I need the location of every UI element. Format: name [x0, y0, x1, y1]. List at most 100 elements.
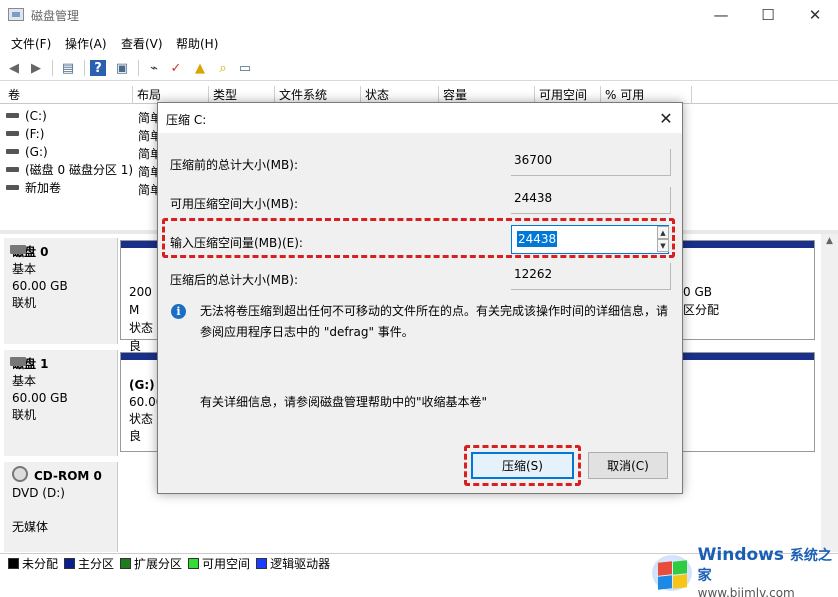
info-text: 无法将卷压缩到超出任何不可移动的文件所在的点。有关完成该操作时间的详细信息，请参…	[200, 304, 669, 339]
volume-row[interactable]: (C:)	[6, 107, 47, 124]
disk-type: 基本	[12, 374, 37, 388]
partition-g[interactable]: (G:) 60.00 状态良	[120, 352, 164, 452]
cd-icon	[12, 466, 28, 482]
info-icon: i	[171, 304, 186, 319]
window-title: 磁盘管理	[31, 9, 80, 23]
partition-bar	[121, 353, 159, 360]
legend-label: 主分区	[78, 557, 115, 571]
minimize-button[interactable]: —	[698, 0, 744, 30]
legend-swatch	[188, 558, 200, 569]
partition-status: 区分配	[683, 303, 720, 317]
dialog-close-button[interactable]: ✕	[654, 106, 678, 130]
watermark: Windows 系统之家 www.bjjmlv.com	[650, 544, 838, 597]
dialog-title-bar: 压缩 C: ✕	[158, 103, 682, 133]
menu-file[interactable]: 文件(F)	[11, 35, 51, 52]
size-after-value: 12262	[511, 263, 671, 290]
check-icon[interactable]: ✓	[166, 58, 186, 78]
cancel-button[interactable]: 取消(C)	[588, 452, 668, 479]
partition-g-right[interactable]	[682, 352, 815, 452]
close-button[interactable]: ✕	[792, 0, 838, 30]
scroll-up-icon[interactable]: ▲	[821, 234, 838, 246]
maximize-button[interactable]: ☐	[745, 0, 791, 30]
partition-unallocated[interactable]: 0 GB 区分配	[682, 240, 815, 340]
help-icon[interactable]: ?	[90, 60, 106, 76]
volume-row[interactable]: 新加卷	[6, 179, 61, 196]
legend-item: 主分区	[64, 555, 114, 572]
partition-status: 状态良	[129, 321, 154, 353]
legend-swatch	[8, 558, 19, 569]
size-before-label: 压缩前的总计大小(MB):	[170, 158, 298, 172]
size-before-value: 36700	[511, 149, 671, 176]
legend-label: 逻辑驱动器	[270, 557, 331, 571]
disk-name: 磁盘 0	[12, 245, 49, 259]
disk-name: 磁盘 1	[12, 357, 49, 371]
legend-item: 逻辑驱动器	[256, 555, 330, 572]
disk-type: 基本	[12, 262, 37, 276]
vertical-scrollbar[interactable]: ▲	[821, 234, 838, 552]
properties-icon[interactable]: ▣	[112, 58, 132, 78]
partition-size: 0 GB	[683, 285, 712, 299]
disk-status: 联机	[12, 296, 37, 310]
toolbar-separator	[84, 60, 85, 76]
drive-icon	[6, 185, 19, 190]
partition-system[interactable]: 200 M 状态良	[120, 240, 160, 353]
back-arrow-icon[interactable]: ◀	[4, 58, 24, 78]
menu-view[interactable]: 查看(V)	[121, 35, 163, 52]
disk-name: CD-ROM 0	[34, 469, 102, 483]
partition-label: (G:)	[129, 378, 155, 392]
partition-bar	[683, 241, 814, 248]
highlight-box	[162, 218, 675, 258]
legend-swatch	[64, 558, 76, 569]
drive-icon	[6, 167, 19, 172]
drive-icon	[6, 149, 19, 154]
partition-size: 60.00	[129, 395, 164, 409]
more-info-text: 有关详细信息，请参阅磁盘管理帮助中的"收缩基本卷"	[200, 395, 488, 409]
disk-size: 60.00 GB	[12, 391, 68, 405]
column-volume[interactable]: 卷	[4, 86, 133, 104]
console-tree-icon[interactable]: ▤	[58, 58, 78, 78]
menu-bar: 文件(F) 操作(A) 查看(V) 帮助(H)	[0, 32, 838, 54]
volume-row[interactable]: (F:)	[6, 125, 44, 142]
shrink-dialog: 压缩 C: ✕ 压缩前的总计大小(MB): 36700 可用压缩空间大小(MB)…	[157, 102, 683, 494]
volume-name: (磁盘 0 磁盘分区 1)	[25, 163, 134, 177]
watermark-url: www.bjjmlv.com	[697, 585, 795, 597]
toolbar: ◀ ▶ ▤ ? ▣ ⌁ ✓ ▲ ⌕ ▭	[0, 55, 838, 81]
connect-icon[interactable]: ⌁	[144, 58, 164, 78]
toolbar-separator	[138, 60, 139, 76]
menu-action[interactable]: 操作(A)	[65, 35, 107, 52]
folder-up-icon[interactable]: ▲	[190, 58, 210, 78]
search-folder-icon[interactable]: ⌕	[213, 58, 233, 78]
forward-arrow-icon[interactable]: ▶	[26, 58, 46, 78]
legend-label: 扩展分区	[134, 557, 183, 571]
volume-name: (C:)	[25, 108, 47, 123]
available-shrink-value: 24438	[511, 187, 671, 214]
dialog-title: 压缩 C:	[166, 113, 207, 127]
disk-management-icon	[8, 8, 24, 21]
watermark-brand: Windows	[697, 544, 784, 565]
partition-bar	[121, 241, 159, 248]
windows-logo-icon	[650, 553, 692, 593]
legend-item: 未分配	[8, 555, 58, 572]
highlight-box	[464, 445, 581, 486]
partition-size: 200 M	[129, 285, 152, 317]
legend-item: 扩展分区	[120, 555, 182, 572]
drive-icon	[6, 131, 19, 136]
volume-row[interactable]: (G:)	[6, 143, 48, 160]
partition-bar	[683, 353, 814, 360]
volume-name: 新加卷	[25, 181, 62, 195]
disk-status: 无媒体	[12, 520, 49, 534]
available-shrink-label: 可用压缩空间大小(MB):	[170, 197, 298, 211]
disk-type: DVD (D:)	[12, 486, 65, 500]
legend-item: 可用空间	[188, 555, 250, 572]
volume-name: (F:)	[25, 126, 45, 141]
legend-swatch	[120, 558, 132, 569]
legend-label: 可用空间	[202, 557, 251, 571]
disk-status: 联机	[12, 408, 37, 422]
volume-name: (G:)	[25, 144, 48, 159]
volume-row[interactable]: (磁盘 0 磁盘分区 1)	[6, 161, 133, 178]
menu-help[interactable]: 帮助(H)	[176, 35, 218, 52]
disk-size: 60.00 GB	[12, 279, 68, 293]
disk-management-window: 磁盘管理 — ☐ ✕ 文件(F) 操作(A) 查看(V) 帮助(H) ◀ ▶ ▤…	[0, 0, 838, 597]
drive-icon	[6, 113, 19, 118]
view-list-icon[interactable]: ▭	[235, 58, 255, 78]
